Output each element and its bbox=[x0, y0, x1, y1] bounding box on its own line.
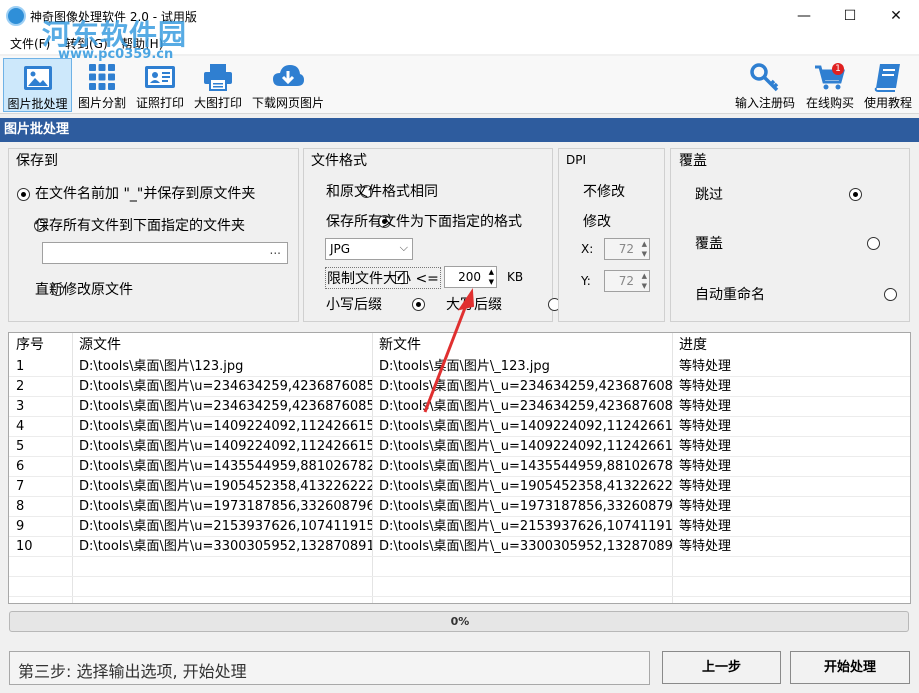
annotation-arrow bbox=[423, 287, 475, 413]
